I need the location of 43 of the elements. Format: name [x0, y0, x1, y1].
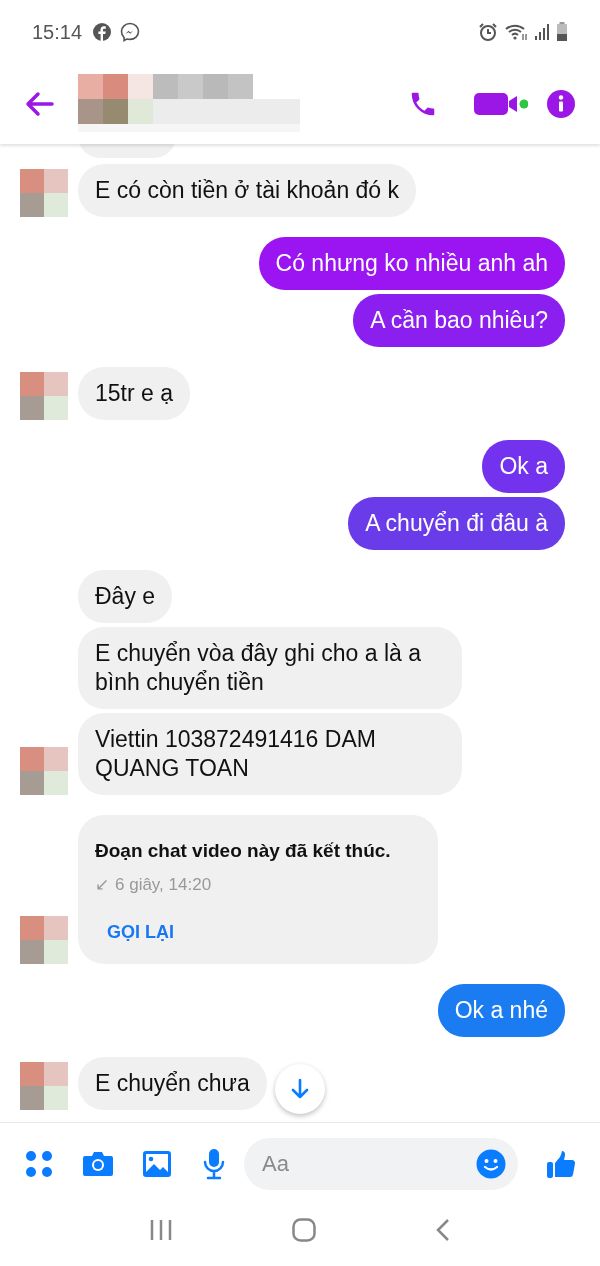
message-field[interactable]: Aa	[244, 1137, 518, 1190]
blurred-avatar[interactable]	[20, 1062, 68, 1110]
message-bubble: Viettin 103872491416 DAM QUANG TOAN	[78, 713, 462, 795]
message-bubble: Đây e	[78, 570, 173, 623]
thumbs-up-icon[interactable]	[546, 1148, 576, 1179]
emoji-icon[interactable]	[476, 1148, 506, 1179]
call-back-button[interactable]: GỌI LẠI	[107, 919, 174, 946]
image-icon[interactable]	[142, 1149, 172, 1178]
call-title: Đoạn chat video này đã kết thúc.	[95, 839, 392, 863]
call-detail: 6 giây, 14:20	[115, 873, 212, 896]
blurred-avatar[interactable]	[20, 916, 68, 964]
message-bubble: A chuyển đi đâu à	[348, 497, 565, 550]
info-icon[interactable]	[546, 89, 576, 119]
message-bubble: Ok a nhé	[437, 984, 565, 1037]
message-bubble: E có còn tiền ở tài khoản đó k	[78, 164, 417, 217]
battery-icon	[556, 22, 568, 42]
status-time: 15:14	[32, 20, 83, 45]
facebook-icon	[92, 22, 113, 42]
message-bubble: E chuyển chưa	[78, 1057, 267, 1110]
menu-dots-icon[interactable]	[24, 1148, 54, 1179]
message-bubble: Ok a	[482, 440, 565, 493]
alarm-icon	[478, 22, 498, 42]
signal-icon	[534, 23, 550, 41]
recent-apps-icon[interactable]	[149, 1219, 174, 1241]
camera-icon[interactable]	[82, 1149, 114, 1178]
incoming-arrow: ↙	[95, 873, 109, 896]
wifi-icon	[504, 22, 528, 42]
back-icon[interactable]	[24, 90, 56, 118]
message-bubble: 15tr e ạ	[78, 367, 190, 420]
message-bubble: E chuyển vòa đây ghi cho a là a bình chuyển tiền	[78, 627, 462, 709]
video-call-icon[interactable]	[474, 91, 528, 117]
back-nav-icon[interactable]	[434, 1218, 451, 1242]
blurred-avatar[interactable]	[20, 372, 68, 420]
message-bubble: A cần bao nhiêu?	[353, 294, 565, 347]
blurred-avatar[interactable]	[20, 747, 68, 795]
messenger-icon	[120, 22, 141, 42]
scroll-down-button[interactable]	[275, 1064, 325, 1114]
microphone-icon[interactable]	[202, 1147, 226, 1180]
home-icon[interactable]	[292, 1218, 316, 1242]
arrow-down-icon	[291, 1079, 309, 1099]
blurred-avatar[interactable]	[20, 169, 68, 217]
message-bubble: Có nhưng ko nhiều anh ah	[258, 237, 565, 290]
message-input[interactable]: Aa	[262, 1147, 476, 1180]
